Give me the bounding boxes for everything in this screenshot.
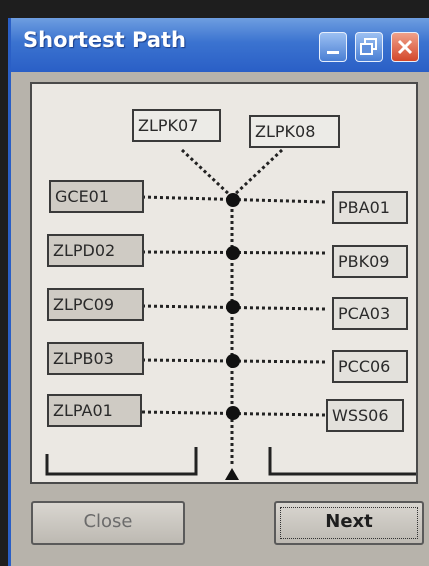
- junction-dot-4: [226, 354, 240, 368]
- junction-dot-5: [226, 406, 240, 420]
- node-zlpd02[interactable]: ZLPD02: [47, 234, 144, 267]
- close-window-button[interactable]: [391, 32, 419, 62]
- node-pba01[interactable]: PBA01: [332, 191, 408, 224]
- node-pca03[interactable]: PCA03: [332, 297, 408, 330]
- shortest-path-window: Shortest Path ZLPK07 ZLPK08 GCE01 ZLPD02…: [8, 18, 429, 566]
- close-button[interactable]: Close: [31, 501, 185, 545]
- minimize-button[interactable]: [319, 32, 347, 62]
- junction-dot-3: [226, 300, 240, 314]
- next-button[interactable]: Next: [274, 501, 424, 545]
- node-zlpc09[interactable]: ZLPC09: [47, 288, 144, 321]
- branch-line-left: [180, 148, 234, 199]
- path-diagram-panel: ZLPK07 ZLPK08 GCE01 ZLPD02 ZLPC09 ZLPB03…: [30, 82, 418, 484]
- node-wss06[interactable]: WSS06: [326, 399, 404, 432]
- node-pbk09[interactable]: PBK09: [332, 245, 408, 278]
- next-button-label: Next: [325, 511, 373, 532]
- node-gce01[interactable]: GCE01: [49, 180, 144, 213]
- node-zlpk07[interactable]: ZLPK07: [132, 109, 221, 142]
- entrance-bracket-left: [45, 447, 198, 476]
- junction-dot-1: [226, 193, 240, 207]
- minimize-icon: [327, 51, 339, 54]
- node-pcc06[interactable]: PCC06: [332, 350, 408, 383]
- entrance-bracket-right: [268, 447, 416, 476]
- node-zlpa01[interactable]: ZLPA01: [47, 394, 142, 427]
- maximize-icon: [360, 38, 377, 55]
- branch-line-right: [230, 148, 284, 199]
- node-zlpb03[interactable]: ZLPB03: [47, 342, 144, 375]
- maximize-button[interactable]: [355, 32, 383, 62]
- window-title: Shortest Path: [23, 28, 186, 52]
- close-button-label: Close: [83, 511, 133, 532]
- close-icon: [397, 39, 413, 55]
- node-zlpk08[interactable]: ZLPK08: [249, 115, 340, 148]
- title-bar[interactable]: Shortest Path: [11, 18, 429, 72]
- junction-dot-2: [226, 246, 240, 260]
- entrance-arrow-icon: [225, 468, 239, 480]
